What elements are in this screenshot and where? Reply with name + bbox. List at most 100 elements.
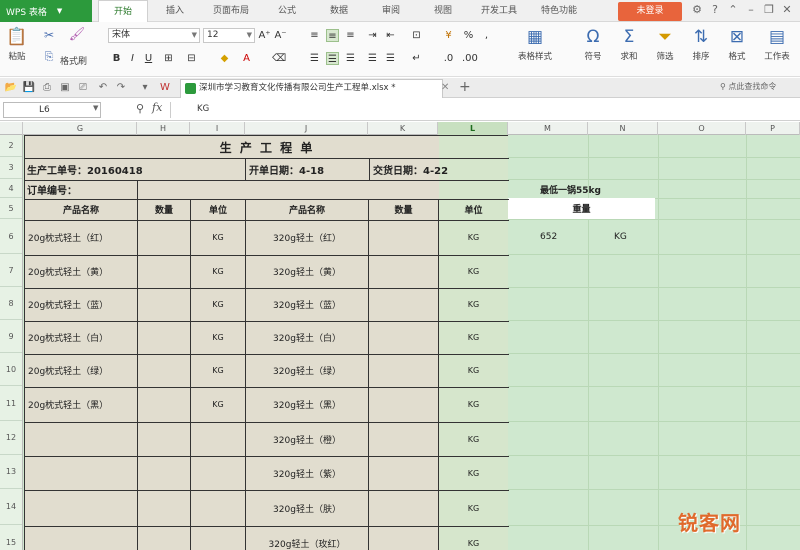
row-header[interactable]: 7 bbox=[0, 254, 22, 287]
format-button[interactable]: ⊠ 格式 bbox=[722, 26, 752, 62]
tab-special-features[interactable]: 特色功能 bbox=[530, 0, 588, 22]
column-header[interactable]: G bbox=[24, 122, 137, 135]
row-header[interactable]: 15 bbox=[0, 525, 22, 550]
item-left-name[interactable] bbox=[28, 456, 136, 490]
row-header[interactable]: 13 bbox=[0, 455, 22, 489]
decrease-decimal-icon[interactable]: .00 bbox=[462, 52, 478, 65]
item-left-name[interactable]: 20g枕式轻土（白） bbox=[28, 321, 136, 354]
item-left-name[interactable]: 20g枕式轻土（绿） bbox=[28, 354, 136, 387]
column-header[interactable]: N bbox=[588, 122, 658, 135]
bold-button[interactable]: B bbox=[110, 52, 123, 65]
item-left-unit[interactable] bbox=[191, 526, 245, 550]
outdent-icon[interactable]: ⇤ bbox=[384, 29, 397, 42]
header-unit[interactable]: 单位 bbox=[191, 199, 245, 220]
close-tab-icon[interactable]: ✕ bbox=[441, 81, 453, 95]
minimize-icon[interactable]: – bbox=[744, 3, 758, 17]
item-left-unit[interactable]: KG bbox=[191, 288, 245, 321]
table-style-button[interactable]: ▦ 表格样式 bbox=[508, 26, 562, 62]
skin-icon[interactable]: ⚙ bbox=[690, 3, 704, 17]
item-right-unit[interactable]: KG bbox=[439, 387, 508, 422]
number-format-icon[interactable]: ¥ bbox=[442, 29, 455, 42]
align-top-icon[interactable]: ≡ bbox=[308, 29, 321, 42]
symbol-button[interactable]: Ω 符号 bbox=[578, 26, 608, 62]
header-unit[interactable]: 单位 bbox=[439, 199, 508, 220]
chevron-down-icon[interactable]: ▾ bbox=[138, 81, 152, 95]
column-header-selected[interactable]: L bbox=[438, 122, 508, 135]
help-icon[interactable]: ? bbox=[708, 3, 722, 17]
decrease-font-icon[interactable]: A⁻ bbox=[274, 29, 287, 42]
indent-icon[interactable]: ⇥ bbox=[366, 29, 379, 42]
item-right-unit[interactable]: KG bbox=[439, 354, 508, 387]
tab-home[interactable]: 开始 bbox=[98, 0, 148, 22]
item-left-name[interactable] bbox=[28, 422, 136, 456]
copy-icon[interactable]: ⎘ bbox=[40, 48, 58, 66]
row-header[interactable]: 3 bbox=[0, 157, 22, 179]
item-right-unit[interactable]: KG bbox=[439, 526, 508, 550]
formula-input[interactable]: KG bbox=[170, 102, 798, 118]
row-header[interactable]: 5 bbox=[0, 198, 22, 219]
item-right-name[interactable]: 320g轻土（橙） bbox=[246, 422, 368, 456]
min-pot-note[interactable]: 最低一锅55kg bbox=[540, 180, 601, 198]
worksheet-grid[interactable]: G H I J K L M N O P 2 3 4 5 6 7 8 9 10 1… bbox=[0, 122, 800, 550]
name-box[interactable]: L6 bbox=[3, 102, 101, 118]
item-right-name[interactable]: 320g轻土（紫） bbox=[246, 456, 368, 490]
select-all-corner[interactable] bbox=[0, 122, 23, 135]
item-left-name[interactable]: 20g枕式轻土（黑） bbox=[28, 387, 136, 422]
wrap-text-icon[interactable]: ↵ bbox=[410, 52, 423, 65]
header-quantity[interactable]: 数量 bbox=[369, 199, 438, 220]
item-right-name[interactable]: 320g轻土（蓝） bbox=[246, 288, 368, 321]
font-name-select[interactable]: 宋体 ▼ bbox=[108, 28, 200, 43]
row-header[interactable]: 4 bbox=[0, 179, 22, 198]
fill-color-icon[interactable]: ◆ bbox=[218, 52, 231, 65]
item-left-name[interactable]: 20g枕式轻土（蓝） bbox=[28, 288, 136, 321]
item-left-unit[interactable] bbox=[191, 456, 245, 490]
item-right-unit[interactable]: KG bbox=[439, 422, 508, 456]
header-product-name[interactable]: 产品名称 bbox=[246, 199, 368, 220]
undo-icon[interactable]: ↶ bbox=[96, 81, 110, 95]
row-header[interactable]: 14 bbox=[0, 489, 22, 525]
filter-button[interactable]: ⏷ 筛选 bbox=[650, 26, 680, 62]
merge-icon[interactable]: ⊟ bbox=[185, 52, 198, 65]
item-right-name[interactable]: 320g轻土（红） bbox=[246, 220, 368, 255]
delivery-date[interactable]: 交货日期：4-22 bbox=[373, 158, 507, 180]
underline-button[interactable]: U bbox=[142, 52, 155, 65]
weight-value[interactable]: 652 bbox=[540, 220, 557, 254]
item-left-unit[interactable]: KG bbox=[191, 321, 245, 354]
increase-font-icon[interactable]: A⁺ bbox=[258, 29, 271, 42]
app-menu-button[interactable]: WPS 表格 ▼ bbox=[0, 0, 92, 22]
chevron-up-icon[interactable]: ⌃ bbox=[726, 3, 740, 17]
header-quantity[interactable]: 数量 bbox=[138, 199, 190, 220]
item-left-unit[interactable]: KG bbox=[191, 354, 245, 387]
cut-icon[interactable]: ✂ bbox=[40, 26, 58, 44]
item-right-name[interactable]: 320g轻土（肤） bbox=[246, 490, 368, 526]
function-icon[interactable]: fx bbox=[152, 101, 162, 114]
italic-button[interactable]: I bbox=[126, 52, 139, 65]
weight-header[interactable]: 重量 bbox=[508, 198, 655, 219]
column-header[interactable]: I bbox=[190, 122, 245, 135]
order-code-label[interactable]: 订单编号： bbox=[27, 180, 137, 199]
percent-icon[interactable]: % bbox=[462, 29, 475, 42]
format-painter-label[interactable]: 格式刷 bbox=[60, 54, 87, 67]
preview-icon[interactable]: ▣ bbox=[58, 81, 72, 95]
close-icon[interactable]: ✕ bbox=[780, 3, 794, 17]
row-header[interactable]: 2 bbox=[0, 135, 22, 157]
tab-page-layout[interactable]: 页面布局 bbox=[202, 0, 260, 22]
align-left-icon[interactable]: ☰ bbox=[308, 52, 321, 65]
justify-icon[interactable]: ☰ bbox=[366, 52, 379, 65]
sort-button[interactable]: ⇅ 排序 bbox=[686, 26, 716, 62]
row-header[interactable]: 10 bbox=[0, 353, 22, 386]
item-left-name[interactable]: 20g枕式轻土（红） bbox=[28, 220, 136, 255]
item-right-name[interactable]: 320g轻土（玫红） bbox=[246, 526, 368, 550]
item-left-name[interactable] bbox=[28, 490, 136, 526]
paste-button[interactable]: 📋 粘贴 bbox=[4, 26, 30, 62]
row-header[interactable]: 9 bbox=[0, 320, 22, 353]
tab-data[interactable]: 数据 bbox=[314, 0, 364, 22]
print-icon[interactable]: ⎙ bbox=[40, 81, 54, 95]
align-center-icon[interactable]: ☰ bbox=[326, 52, 339, 65]
tab-view[interactable]: 视图 bbox=[418, 0, 468, 22]
document-tab[interactable]: 深圳市学习教育文化传播有限公司生产工程单.xlsx * bbox=[180, 79, 443, 98]
login-button[interactable]: 未登录 bbox=[618, 2, 682, 21]
save-icon[interactable]: 💾 bbox=[22, 81, 36, 95]
item-right-name[interactable]: 320g轻土（绿） bbox=[246, 354, 368, 387]
tab-formula[interactable]: 公式 bbox=[262, 0, 312, 22]
